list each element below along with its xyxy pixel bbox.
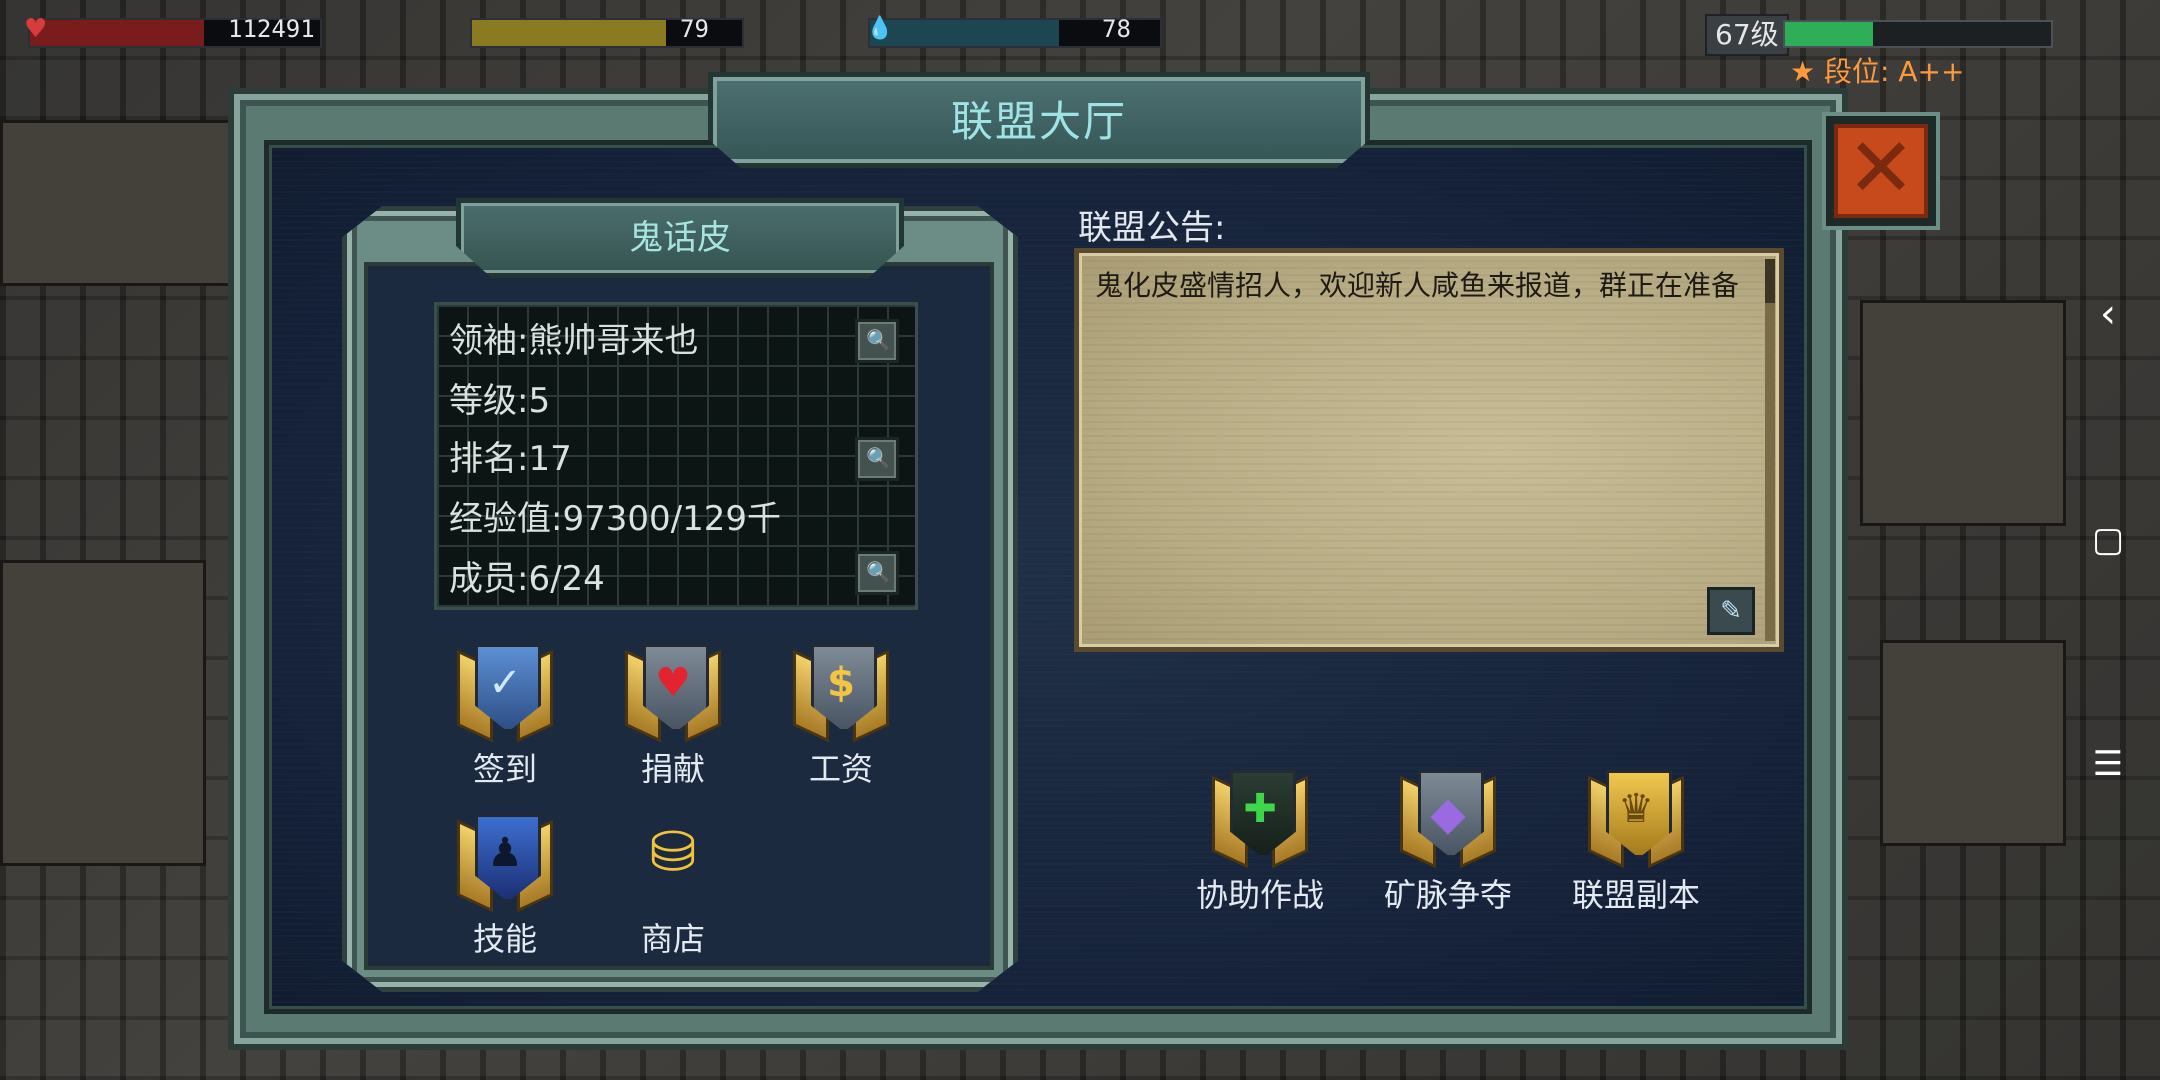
- level-progress-bar: [1783, 20, 2053, 48]
- skill-button[interactable]: ♟ 技能: [440, 810, 570, 960]
- view-rank-button[interactable]: 🔍: [855, 437, 899, 481]
- view-leader-button[interactable]: 🔍: [855, 319, 899, 363]
- edit-pencil-icon: ✎: [1720, 596, 1742, 626]
- alliance-dungeon-button[interactable]: ♛ 联盟副本: [1566, 766, 1706, 916]
- leader-info: 领袖:熊帅哥来也: [449, 321, 699, 361]
- crystal-icon: ◆: [1400, 766, 1496, 869]
- home-square-icon[interactable]: ▢: [2080, 512, 2136, 568]
- notice-scrollbar[interactable]: [1765, 259, 1775, 303]
- mine-contest-button[interactable]: ◆ 矿脉争夺: [1378, 766, 1518, 916]
- members-info: 成员:6/24: [449, 559, 605, 599]
- shop-label: 商店: [640, 920, 705, 958]
- shop-button[interactable]: ⛁ 商店: [608, 810, 738, 960]
- assist-battle-label: 协助作战: [1195, 876, 1324, 914]
- level-info: 等级:5: [449, 381, 551, 421]
- guild-info-grid: 领袖:熊帅哥来也 等级:5 排名:17 经验值:97300/129千 成员:6/…: [434, 302, 918, 610]
- mine-contest-label: 矿脉争夺: [1383, 876, 1512, 914]
- assist-battle-button[interactable]: ✚ 协助作战: [1190, 766, 1330, 916]
- checkin-label: 签到: [472, 750, 537, 788]
- view-members-button[interactable]: 🔍: [855, 551, 899, 595]
- eagle-icon: ♛: [1588, 766, 1684, 869]
- magnifier-icon: 🔍: [866, 328, 891, 352]
- close-button[interactable]: ✕: [1822, 112, 1940, 230]
- rank-info: 排名:17: [449, 439, 572, 479]
- rank-display: ★ 段位: A++: [1790, 50, 1964, 90]
- magnifier-icon: 🔍: [866, 560, 891, 584]
- notice-text: 鬼化皮盛情招人，欢迎新人咸鱼来报道，群正在准备: [1095, 269, 1740, 302]
- heart-icon: ♥: [625, 640, 721, 743]
- system-nav-bar: ‹ ▢ ☰: [2060, 0, 2160, 1080]
- check-shield-icon: ✓: [457, 640, 553, 743]
- level-progress-fill: [1785, 22, 1873, 46]
- back-icon[interactable]: ‹: [2080, 286, 2136, 342]
- menu-icon[interactable]: ☰: [2080, 736, 2136, 792]
- water-value: 78: [1102, 15, 1131, 43]
- dollar-icon: $: [793, 640, 889, 743]
- notice-board: 鬼化皮盛情招人，欢迎新人咸鱼来报道，群正在准备 ✎: [1074, 248, 1784, 652]
- donate-button[interactable]: ♥ 捐献: [608, 640, 738, 790]
- donate-label: 捐献: [640, 750, 705, 788]
- notice-scroll-track: [1765, 259, 1775, 641]
- hp-value: 112491: [228, 15, 315, 43]
- edit-notice-button[interactable]: ✎: [1707, 587, 1755, 635]
- window-title: 联盟大厅: [950, 97, 1127, 146]
- notice-label: 联盟公告:: [1078, 208, 1226, 248]
- water-drop-icon: 💧: [866, 16, 894, 41]
- rank-label: 段位: A++: [1824, 55, 1965, 88]
- magnifier-icon: 🔍: [866, 446, 891, 470]
- gold-value: 79: [680, 15, 709, 43]
- star-icon: ★: [1790, 55, 1816, 88]
- close-icon: ✕: [1834, 124, 1928, 218]
- heart-icon: ♥: [24, 14, 48, 44]
- skill-label: 技能: [472, 920, 537, 958]
- salary-button[interactable]: $ 工资: [776, 640, 906, 790]
- guild-name: 鬼话皮: [629, 218, 731, 258]
- skill-figure-icon: ♟: [457, 810, 553, 913]
- salary-label: 工资: [808, 750, 873, 788]
- exp-info: 经验值:97300/129千: [449, 499, 781, 539]
- level-badge: 67级: [1705, 14, 1789, 56]
- checkin-button[interactable]: ✓ 签到: [440, 640, 570, 790]
- green-cross-icon: ✚: [1212, 766, 1308, 869]
- alliance-dungeon-label: 联盟副本: [1571, 876, 1700, 914]
- coins-icon: ⛁: [649, 820, 697, 885]
